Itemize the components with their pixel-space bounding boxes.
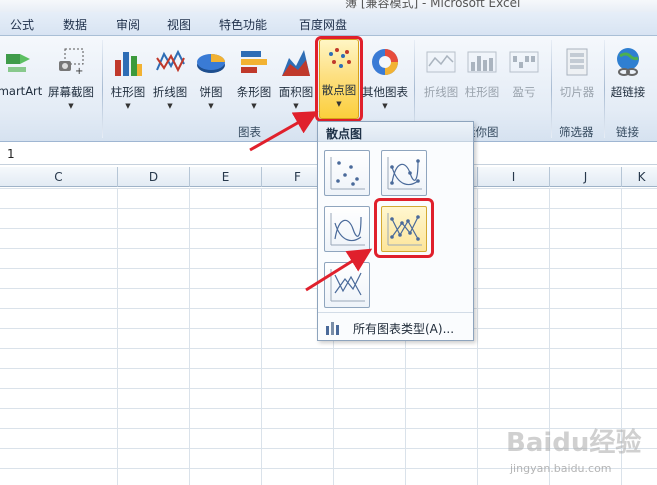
baidu-watermark: Baidu经验 jingyan.baidu.com [506, 428, 642, 475]
annotation-arrows [249, 111, 373, 292]
arrow-to-scatter-button [249, 111, 319, 152]
arrow-to-selected-tile [305, 248, 373, 292]
